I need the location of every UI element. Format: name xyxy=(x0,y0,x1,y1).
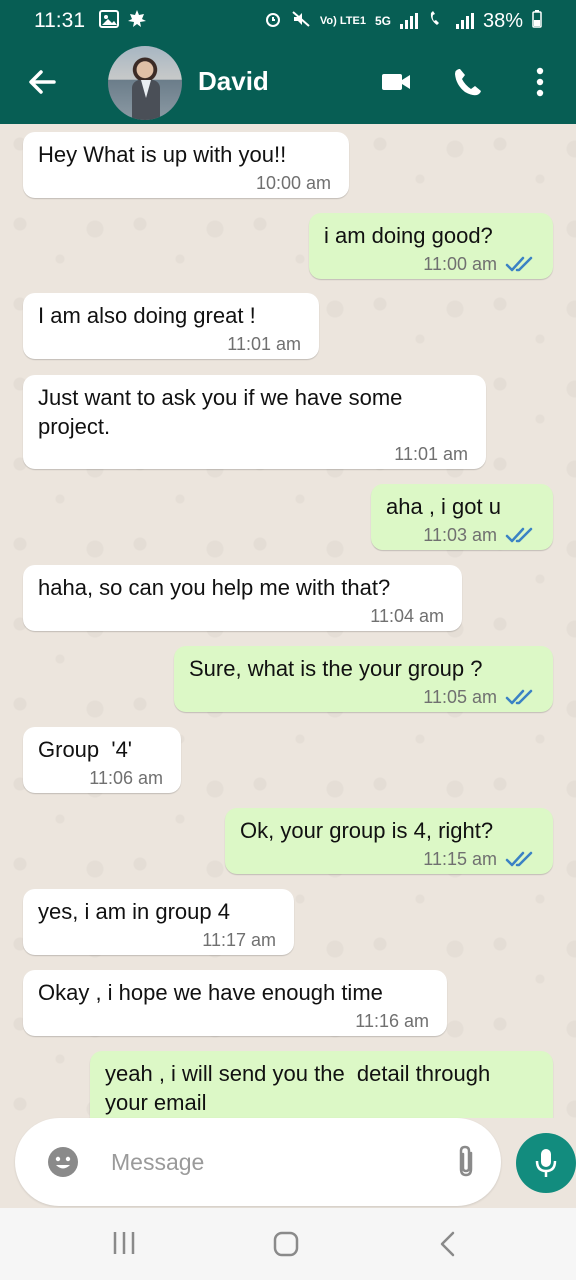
read-ticks-icon xyxy=(505,851,533,867)
message-bubble-incoming[interactable]: Group '4' 11:06 am xyxy=(23,727,181,793)
maple-leaf-icon xyxy=(127,9,147,34)
message-meta: 10:00 am xyxy=(256,173,331,193)
message-time: 11:00 am xyxy=(423,254,497,274)
battery-percent: 38% xyxy=(482,9,523,32)
message-text: Just want to ask you if we have some pro… xyxy=(38,385,409,439)
more-options-button[interactable] xyxy=(530,66,550,103)
message-time: 11:06 am xyxy=(89,768,163,788)
recents-button[interactable] xyxy=(112,1230,138,1261)
avatar[interactable] xyxy=(108,46,182,120)
read-ticks-icon xyxy=(505,256,533,272)
back-button[interactable] xyxy=(24,64,60,100)
message-bubble-incoming[interactable]: haha, so can you help me with that? 11:0… xyxy=(23,565,462,631)
message-text: Sure, what is the your group ? xyxy=(189,656,483,681)
signal-icon xyxy=(399,13,418,29)
message-bubble-incoming[interactable]: I am also doing great ! 11:01 am xyxy=(23,293,319,359)
video-call-button[interactable] xyxy=(380,66,412,103)
read-ticks-icon xyxy=(505,527,533,543)
message-text: Group '4' xyxy=(38,737,133,762)
message-input[interactable] xyxy=(111,1140,441,1184)
message-time: 11:04 am xyxy=(370,606,444,626)
message-meta: 11:16 am xyxy=(355,1011,429,1031)
message-time: 11:05 am xyxy=(423,687,497,707)
message-bubble-incoming[interactable]: Okay , i hope we have enough time 11:16 … xyxy=(23,970,447,1036)
message-meta: 11:17 am xyxy=(202,930,276,950)
message-bubble-incoming[interactable]: Just want to ask you if we have some pro… xyxy=(23,375,486,469)
message-time: 11:01 am xyxy=(227,334,301,354)
emoji-icon xyxy=(48,1147,78,1177)
message-time: 10:00 am xyxy=(255,173,331,193)
message-time: 11:01 am xyxy=(394,444,468,464)
message-meta: 11:04 am xyxy=(370,606,444,626)
message-composer xyxy=(15,1118,501,1206)
message-text: yes, i am in group 4 xyxy=(38,899,230,924)
alarm-icon xyxy=(264,10,282,33)
chat-header: David xyxy=(0,42,576,124)
message-meta: 11:06 am xyxy=(89,768,163,788)
status-time: 11:31 xyxy=(34,9,85,32)
paperclip-icon xyxy=(459,1145,473,1177)
read-ticks-icon xyxy=(505,689,533,705)
microphone-icon xyxy=(535,1149,557,1177)
attach-button[interactable] xyxy=(453,1144,479,1180)
message-text: haha, so can you help me with that? xyxy=(38,575,391,600)
message-text: Hey What is up with you!! xyxy=(38,142,287,167)
message-bubble-outgoing[interactable]: aha , i got u 11:03 am xyxy=(371,484,553,550)
home-icon xyxy=(273,1231,299,1257)
message-bubble-outgoing[interactable]: i am doing good? 11:00 am xyxy=(309,213,553,279)
system-nav-bar xyxy=(0,1208,576,1280)
gallery-notification-icon xyxy=(99,9,119,33)
back-chevron-icon xyxy=(440,1231,455,1257)
message-meta: 11:01 am xyxy=(394,444,468,464)
message-meta: 11:05 am xyxy=(423,687,535,707)
voice-call-button[interactable] xyxy=(452,66,484,103)
home-button[interactable] xyxy=(272,1230,300,1263)
contact-name[interactable]: David xyxy=(198,66,269,97)
emoji-button[interactable] xyxy=(47,1146,79,1178)
message-time: 11:15 am xyxy=(423,849,497,869)
status-right-group: Vo) LTE1 5G 38% xyxy=(264,9,542,33)
message-time: 11:17 am xyxy=(202,930,276,950)
back-arrow-icon xyxy=(29,70,56,94)
message-text: i am doing good? xyxy=(324,223,493,248)
message-time: 11:16 am xyxy=(355,1011,429,1031)
battery-icon xyxy=(532,9,542,33)
mute-icon xyxy=(291,10,311,33)
message-bubble-outgoing[interactable]: yeah , i will send you the detail throug… xyxy=(90,1051,553,1118)
voice-record-button[interactable] xyxy=(516,1133,576,1193)
message-text: Ok, your group is 4, right? xyxy=(240,818,494,843)
voice-call-icon xyxy=(455,69,481,96)
video-call-icon xyxy=(382,74,410,90)
status-bar: 11:31 Vo) LTE1 5G 38% xyxy=(0,0,576,42)
message-bubble-outgoing[interactable]: Sure, what is the your group ? 11:05 am xyxy=(174,646,553,712)
message-text: aha , i got u xyxy=(386,494,501,519)
message-text: Okay , i hope we have enough time xyxy=(38,980,383,1005)
volte-label: Vo) LTE1 xyxy=(319,15,366,27)
message-meta: 11:01 am xyxy=(227,334,301,354)
message-bubble-outgoing[interactable]: Ok, your group is 4, right? 11:15 am xyxy=(225,808,553,874)
network-label: 5G xyxy=(374,14,391,28)
message-text: I am also doing great ! xyxy=(38,303,256,328)
more-options-icon xyxy=(536,67,544,97)
recents-icon xyxy=(113,1232,135,1254)
message-bubble-incoming[interactable]: Hey What is up with you!! 10:00 am xyxy=(23,132,349,198)
message-text: yeah , i will send you the detail throug… xyxy=(105,1061,503,1115)
message-meta: 11:00 am xyxy=(423,254,535,274)
message-meta: 11:03 am xyxy=(423,525,535,545)
message-time: 11:03 am xyxy=(423,525,497,545)
message-bubble-incoming[interactable]: yes, i am in group 4 11:17 am xyxy=(23,889,294,955)
wifi-call-icon xyxy=(427,10,447,33)
signal-2-icon xyxy=(455,13,474,29)
chat-area[interactable]: Hey What is up with you!! 10:00 am i am … xyxy=(0,124,576,1118)
back-nav-button[interactable] xyxy=(436,1230,460,1263)
message-meta: 11:15 am xyxy=(423,849,535,869)
